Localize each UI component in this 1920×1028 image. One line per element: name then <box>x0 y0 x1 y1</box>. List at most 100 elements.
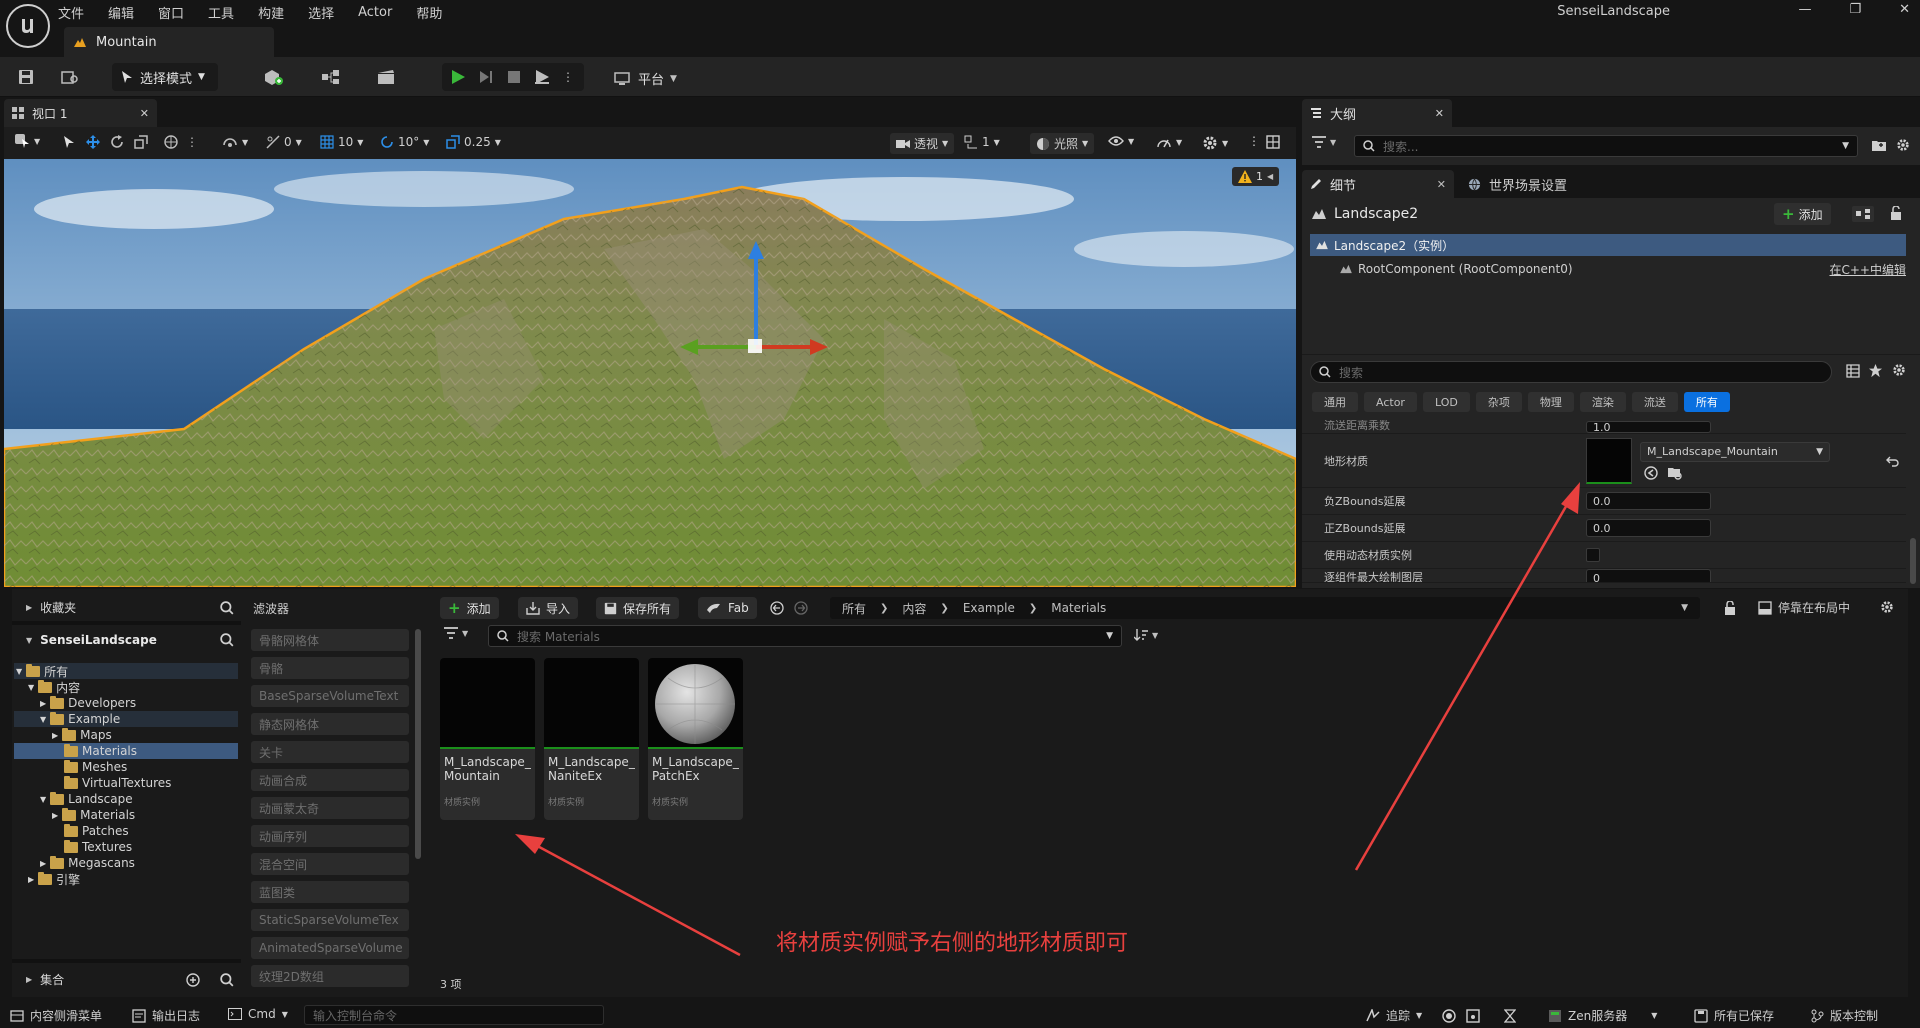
filter-item[interactable]: 静态网格体 <box>251 713 409 735</box>
tree-item-landscape[interactable]: ▼ Landscape <box>14 791 238 807</box>
console-input[interactable]: 输入控制台命令 <box>304 1005 604 1025</box>
save-icon[interactable] <box>12 63 40 91</box>
stop-icon[interactable] <box>506 69 522 85</box>
zen-server-button[interactable]: Zen服务器 ▼ <box>1548 1007 1657 1024</box>
hourglass-icon[interactable] <box>1504 1009 1516 1023</box>
trace-button[interactable]: 追踪 ▼ <box>1366 1007 1422 1024</box>
forward-arrow-icon[interactable] <box>794 601 808 615</box>
level-viewport[interactable]: 1 ◀ <box>4 159 1296 587</box>
category-general[interactable]: 通用 <box>1312 392 1358 412</box>
property-value[interactable]: 0.0 <box>1586 519 1711 537</box>
outliner-settings-icon[interactable] <box>1896 138 1910 152</box>
unlock-icon[interactable] <box>1724 601 1736 615</box>
collections-header[interactable]: ▶ 集合 <box>26 971 234 988</box>
details-search[interactable]: 搜索 <box>1310 361 1832 383</box>
menu-select[interactable]: 选择 <box>308 3 334 22</box>
camera-speed-button[interactable]: 1 ▼ <box>964 135 1000 149</box>
content-drawer-button[interactable]: 内容侧滑菜单 <box>10 1007 102 1024</box>
filter-item[interactable]: 动画合成 <box>251 769 409 791</box>
output-log-button[interactable]: 输出日志 <box>132 1007 200 1024</box>
lock-icon[interactable] <box>1890 206 1902 220</box>
asset-filter-button[interactable]: ▼ <box>444 627 468 639</box>
actor-name[interactable]: Landscape2 <box>1334 206 1418 222</box>
category-misc[interactable]: 杂项 <box>1475 392 1522 412</box>
minimize-icon[interactable]: — <box>1798 2 1811 17</box>
filter-item[interactable]: StaticSparseVolumeTex <box>251 909 409 931</box>
details-tab[interactable]: 细节 ✕ <box>1302 170 1454 198</box>
filter-item[interactable]: 骨骼 <box>251 657 409 679</box>
category-actor[interactable]: Actor <box>1364 392 1417 412</box>
category-all[interactable]: 所有 <box>1683 392 1730 412</box>
menu-help[interactable]: 帮助 <box>416 3 442 22</box>
tree-item-maps[interactable]: ▶ Maps <box>14 727 238 743</box>
add-asset-button[interactable]: + 添加 <box>440 597 499 619</box>
category-streaming[interactable]: 流送 <box>1631 392 1678 412</box>
category-lod[interactable]: LOD <box>1422 392 1470 412</box>
select-arrow-icon[interactable] <box>62 135 76 149</box>
saved-status[interactable]: 所有已保存 <box>1694 1007 1774 1024</box>
breadcrumb-materials[interactable]: Materials <box>1051 601 1106 615</box>
filter-item[interactable]: 纹理2D数组 <box>251 965 409 987</box>
unreal-logo-icon[interactable] <box>6 4 50 48</box>
save-all-button[interactable]: 保存所有 <box>596 597 680 619</box>
view-mode-button[interactable]: 透视 ▼ <box>890 133 955 154</box>
world-settings-tab[interactable]: 世界场景设置 <box>1468 170 1567 198</box>
rotate-snap-toggle[interactable]: 0 ▼ <box>266 135 302 149</box>
property-matrix-icon[interactable] <box>1846 364 1860 378</box>
tree-item-landscape-materials[interactable]: ▶ Materials <box>14 807 238 823</box>
surface-snap-button[interactable]: ▼ <box>222 135 248 149</box>
project-header[interactable]: ▼ SenseiLandscape <box>26 633 234 647</box>
cinematics-icon[interactable] <box>368 63 408 91</box>
tree-item-all[interactable]: ▼ 所有 <box>14 663 238 679</box>
outliner-tab[interactable]: 大纲 ✕ <box>1302 99 1452 127</box>
details-scrollbar[interactable] <box>1910 538 1916 584</box>
filter-item[interactable]: 混合空间 <box>251 853 409 875</box>
eject-icon[interactable] <box>534 69 550 85</box>
favorite-star-icon[interactable] <box>1868 363 1883 378</box>
edit-in-cpp-link[interactable]: 在C++中编辑 <box>1830 261 1907 278</box>
menu-window[interactable]: 窗口 <box>158 3 184 22</box>
breadcrumb-content[interactable]: 内容 <box>902 600 926 617</box>
sort-button[interactable]: ▼ <box>1134 629 1158 641</box>
outliner-search[interactable]: 搜索... ▼ <box>1354 135 1858 157</box>
add-actor-icon[interactable] <box>254 63 294 91</box>
tree-item-developers[interactable]: ▶ Developers <box>14 695 238 711</box>
filter-item[interactable]: 骨骼网格体 <box>251 629 409 651</box>
asset-tile[interactable]: M_Landscape_ Mountain 材质实例 <box>440 658 535 820</box>
warning-badge[interactable]: 1 ◀ <box>1232 167 1280 186</box>
angle-snap-toggle[interactable]: 10° ▼ <box>380 135 429 149</box>
lighting-mode-button[interactable]: 光照 ▼ <box>1030 133 1095 154</box>
tree-item-content[interactable]: ▼ 内容 <box>14 679 238 695</box>
tree-item-engine[interactable]: ▶ 引擎 <box>14 871 238 887</box>
filter-item[interactable]: 动画序列 <box>251 825 409 847</box>
more-options-icon[interactable]: ⋮ <box>1248 134 1260 148</box>
material-thumbnail[interactable] <box>1586 437 1632 484</box>
menu-actor[interactable]: Actor <box>358 5 392 20</box>
close-tab-icon[interactable]: ✕ <box>140 107 149 120</box>
tree-item-materials-selected[interactable]: Materials <box>14 743 238 759</box>
filter-item[interactable]: 蓝图类 <box>251 881 409 903</box>
search-icon[interactable] <box>220 633 234 647</box>
browse-level-icon[interactable] <box>56 63 84 91</box>
asset-tile[interactable]: M_Landscape_ NaniteEx 材质实例 <box>544 658 639 820</box>
show-flags-button[interactable]: ▼ <box>1108 135 1134 147</box>
layout-icon[interactable] <box>1266 135 1280 149</box>
asset-tile[interactable]: M_Landscape_ PatchEx 材质实例 <box>648 658 743 820</box>
asset-search[interactable]: 搜索 Materials ▼ <box>488 625 1122 647</box>
menu-build[interactable]: 构建 <box>258 3 284 22</box>
blueprint-icon[interactable] <box>312 63 352 91</box>
property-checkbox[interactable] <box>1586 548 1600 562</box>
fab-button[interactable]: Fab <box>698 597 757 619</box>
translate-icon[interactable] <box>86 135 100 149</box>
filter-scrollbar[interactable] <box>415 629 421 859</box>
search-icon[interactable] <box>220 600 234 615</box>
level-tab[interactable]: Mountain <box>64 27 274 57</box>
grid-snap-toggle[interactable]: 10 ▼ <box>320 135 363 149</box>
viewport-settings-button[interactable]: ▼ <box>1202 135 1228 151</box>
tree-item-megascans[interactable]: ▶ Megascans <box>14 855 238 871</box>
reset-to-default-icon[interactable] <box>1886 455 1900 467</box>
record-icon[interactable] <box>1442 1009 1456 1023</box>
snapshot-icon[interactable] <box>1466 1009 1480 1023</box>
blueprint-convert-icon[interactable] <box>1852 206 1874 222</box>
rotate-icon[interactable] <box>110 135 124 149</box>
